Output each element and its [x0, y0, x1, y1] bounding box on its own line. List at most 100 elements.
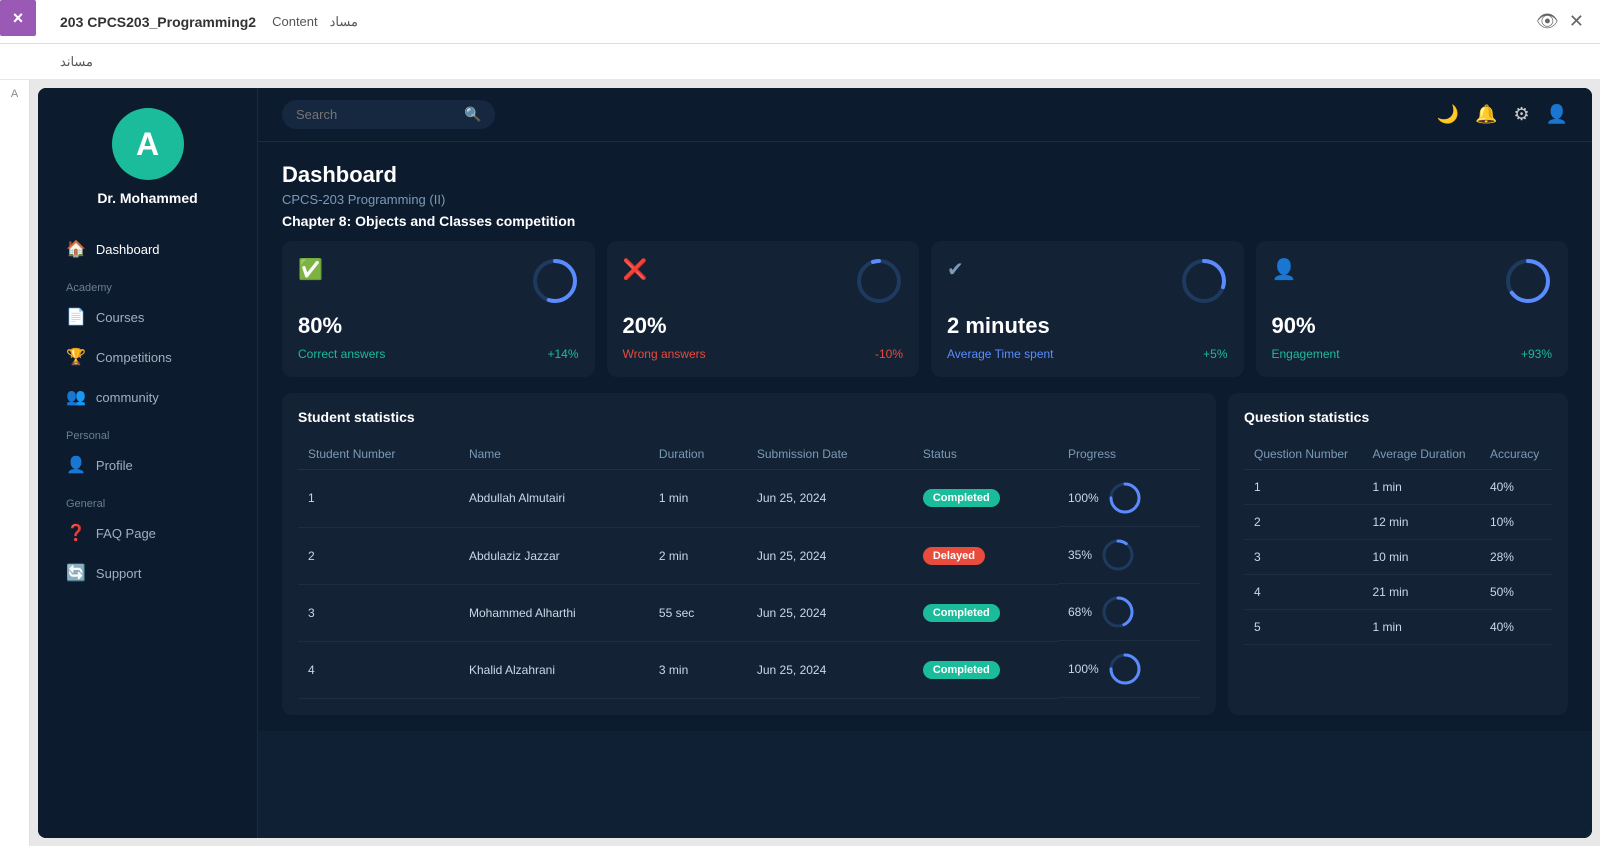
student-num: 4 [298, 641, 459, 698]
competitions-icon: 🏆 [66, 347, 86, 367]
sidebar-item-dashboard[interactable]: 🏠 Dashboard [54, 230, 241, 268]
engagement-ring [1504, 257, 1552, 305]
nav-content[interactable]: Content [272, 14, 318, 30]
time-label: Average Time spent [947, 347, 1054, 361]
status-badge: Completed [923, 489, 1000, 507]
bell-icon[interactable]: 🔔 [1475, 104, 1497, 125]
table-row: 2 Abdulaziz Jazzar 2 min Jun 25, 2024 De… [298, 527, 1200, 584]
sidebar-item-faq[interactable]: ❓ FAQ Page [54, 514, 241, 552]
student-stats-card: Student statistics Student Number Name D… [282, 393, 1216, 715]
status-badge: Completed [923, 661, 1000, 679]
nav-extra[interactable]: مساد [330, 14, 358, 30]
student-duration: 2 min [649, 527, 747, 584]
student-progress: 35% [1058, 527, 1200, 584]
question-duration: 21 min [1362, 575, 1480, 610]
engagement-label: Engagement [1272, 347, 1340, 361]
sidebar-item-dashboard-label: Dashboard [96, 242, 160, 257]
col-accuracy: Accuracy [1480, 439, 1552, 470]
student-date: Jun 25, 2024 [747, 584, 913, 641]
col-submission-date: Submission Date [747, 439, 913, 470]
table-row: 2 12 min 10% [1244, 505, 1552, 540]
table-row: 3 Mohammed Alharthi 55 sec Jun 25, 2024 … [298, 584, 1200, 641]
search-input[interactable] [296, 107, 456, 122]
stat-card-wrong: ❌ 20% Wrong answers -10% [607, 241, 920, 377]
sidebar-item-courses[interactable]: 📄 Courses [54, 298, 241, 336]
wrong-icon: ❌ [623, 257, 648, 282]
student-stats-title: Student statistics [298, 409, 1200, 425]
dashboard-subtitle: CPCS-203 Programming (II) [282, 192, 1568, 207]
table-row: 1 1 min 40% [1244, 470, 1552, 505]
correct-icon: ✅ [298, 257, 323, 282]
question-duration: 12 min [1362, 505, 1480, 540]
sidebar-item-support-label: Support [96, 566, 142, 581]
moon-icon[interactable]: 🌙 [1437, 104, 1459, 125]
wrong-value: 20% [623, 313, 904, 339]
student-progress: 100% [1058, 470, 1200, 527]
status-badge: Delayed [923, 547, 985, 565]
question-num: 2 [1244, 505, 1362, 540]
home-icon: 🏠 [66, 239, 86, 259]
sidebar-item-profile[interactable]: 👤 Profile [54, 446, 241, 484]
time-ring [1180, 257, 1228, 305]
user-icon[interactable]: 👤 [1546, 104, 1568, 125]
student-duration: 55 sec [649, 584, 747, 641]
content-header: 🔍 🌙 🔔 ⚙ 👤 [258, 88, 1592, 142]
correct-change: +14% [547, 347, 578, 361]
question-stats-table: Question Number Average Duration Accurac… [1244, 439, 1552, 645]
engagement-icon: 👤 [1272, 257, 1297, 282]
engagement-value: 90% [1272, 313, 1553, 339]
correct-ring [531, 257, 579, 305]
question-num: 5 [1244, 610, 1362, 645]
time-value: 2 minutes [947, 313, 1228, 339]
dashboard-container: A Dr. Mohammed 🏠 Dashboard Academy 📄 Cou… [38, 88, 1592, 838]
student-num: 3 [298, 584, 459, 641]
top-bar-actions: 👁 ✕ [1536, 11, 1584, 32]
sidebar-item-faq-label: FAQ Page [96, 526, 156, 541]
question-stats-card: Question statistics Question Number Aver… [1228, 393, 1568, 715]
sidebar: A Dr. Mohammed 🏠 Dashboard Academy 📄 Cou… [38, 88, 258, 838]
col-progress: Progress [1058, 439, 1200, 470]
faq-icon: ❓ [66, 523, 86, 543]
left-panel: A [0, 80, 30, 846]
nav-section-personal: Personal [54, 418, 241, 446]
col-status: Status [913, 439, 1058, 470]
student-date: Jun 25, 2024 [747, 527, 913, 584]
settings-icon[interactable]: ⚙ [1513, 104, 1529, 125]
student-progress: 68% [1058, 584, 1200, 641]
close-button[interactable]: × [0, 0, 36, 36]
sidebar-username: Dr. Mohammed [97, 190, 197, 206]
student-num: 2 [298, 527, 459, 584]
sidebar-item-community[interactable]: 👥 community [54, 378, 241, 416]
eye-icon[interactable]: 👁 [1536, 11, 1559, 32]
student-num: 1 [298, 470, 459, 528]
student-status: Completed [913, 641, 1058, 698]
student-date: Jun 25, 2024 [747, 641, 913, 698]
col-name: Name [459, 439, 649, 470]
correct-value: 80% [298, 313, 579, 339]
search-box[interactable]: 🔍 [282, 100, 495, 129]
table-row: 5 1 min 40% [1244, 610, 1552, 645]
col-duration: Duration [649, 439, 747, 470]
wrong-change: -10% [875, 347, 903, 361]
time-change: +5% [1203, 347, 1227, 361]
table-row: 3 10 min 28% [1244, 540, 1552, 575]
sidebar-item-profile-label: Profile [96, 458, 133, 473]
top-bar-title: 203 CPCS203_Programming2 [60, 14, 256, 30]
time-icon: ✔ [947, 257, 964, 282]
sidebar-nav: 🏠 Dashboard Academy 📄 Courses 🏆 Competit… [38, 230, 257, 594]
col-avg-duration: Average Duration [1362, 439, 1480, 470]
status-badge: Completed [923, 604, 1000, 622]
sidebar-item-competitions[interactable]: 🏆 Competitions [54, 338, 241, 376]
stats-row: ✅ 80% Correct answers +14% [258, 241, 1592, 393]
sidebar-item-support[interactable]: 🔄 Support [54, 554, 241, 592]
tables-section: Student statistics Student Number Name D… [258, 393, 1592, 731]
question-accuracy: 50% [1480, 575, 1552, 610]
student-status: Completed [913, 584, 1058, 641]
question-num: 1 [1244, 470, 1362, 505]
wrong-label: Wrong answers [623, 347, 706, 361]
window-close-icon[interactable]: ✕ [1569, 11, 1584, 32]
stat-card-time: ✔ 2 minutes Average Time spent + [931, 241, 1244, 377]
question-num: 3 [1244, 540, 1362, 575]
courses-icon: 📄 [66, 307, 86, 327]
student-duration: 1 min [649, 470, 747, 528]
